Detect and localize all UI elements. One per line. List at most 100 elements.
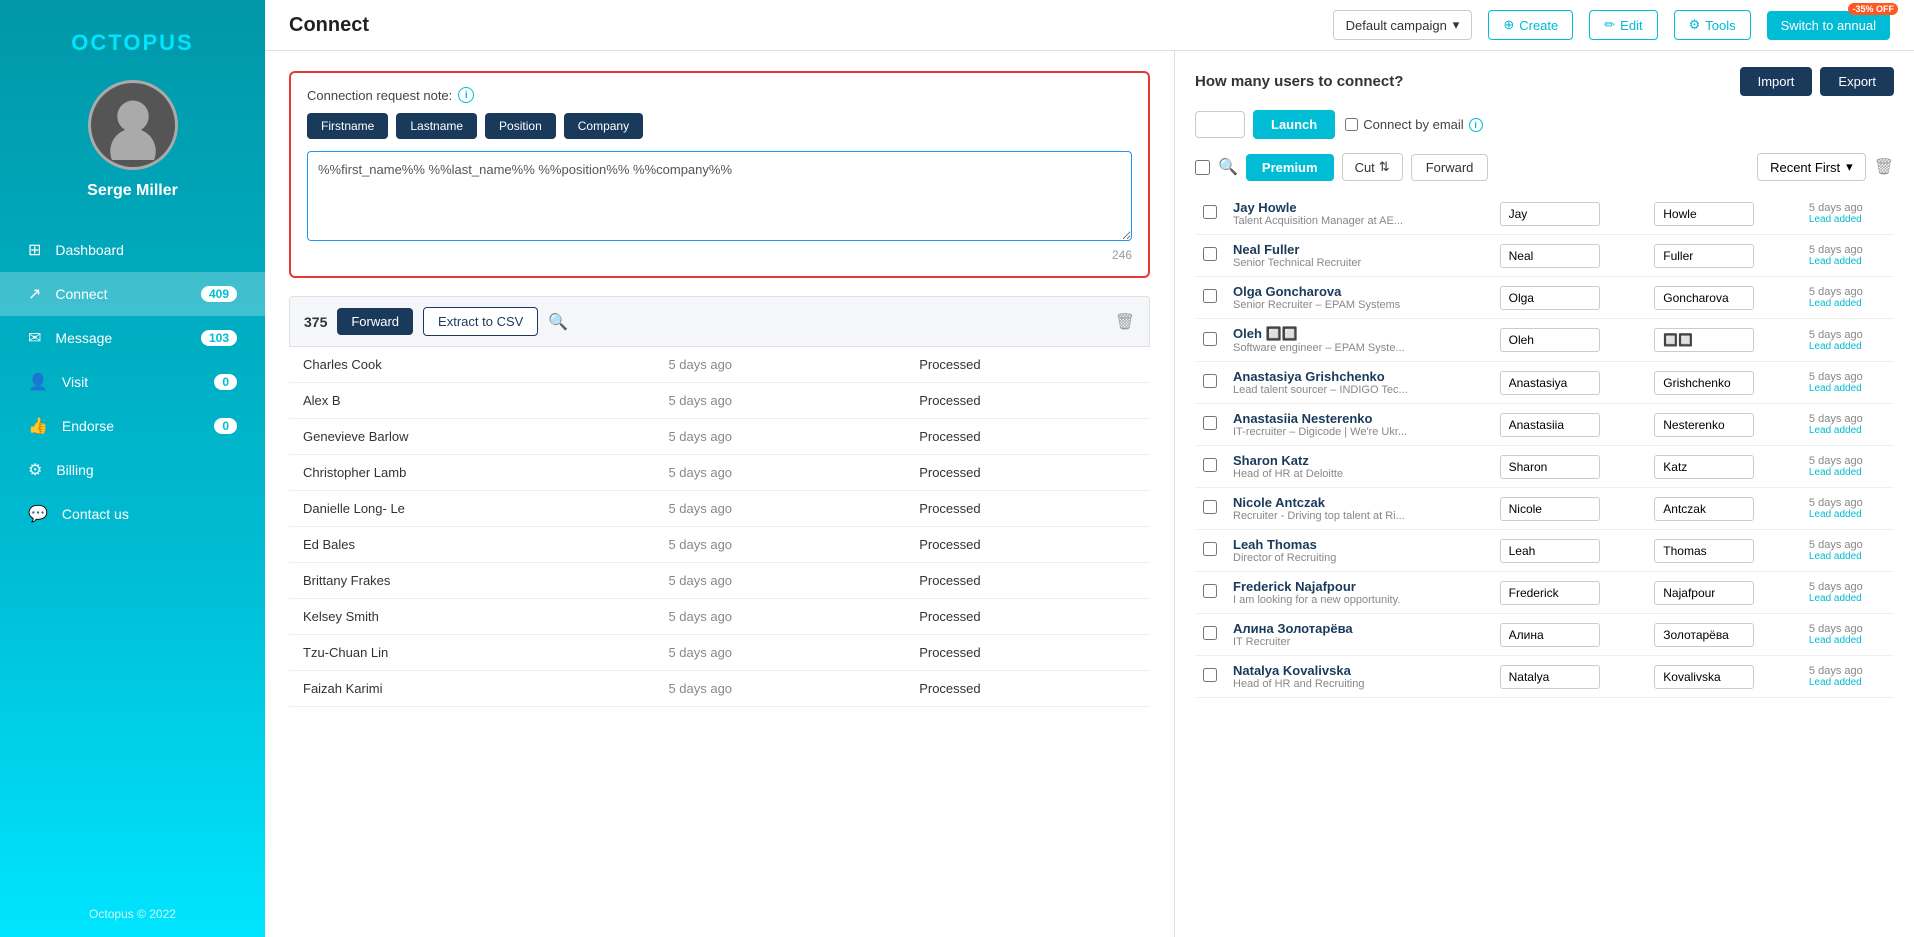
contact-lastname-cell[interactable] xyxy=(1646,319,1801,362)
lastname-tag[interactable]: Lastname xyxy=(396,113,477,139)
contact-firstname-cell[interactable] xyxy=(1492,404,1647,446)
leads-table-row[interactable]: Danielle Long- Le 5 days ago Processed xyxy=(289,491,1150,527)
contact-lastname-cell[interactable] xyxy=(1646,446,1801,488)
leads-table-row[interactable]: Tzu-Chuan Lin 5 days ago Processed xyxy=(289,635,1150,671)
contact-firstname-cell[interactable] xyxy=(1492,362,1647,404)
import-button[interactable]: Import xyxy=(1740,67,1813,96)
contact-row[interactable]: Nicole Antczak Recruiter - Driving top t… xyxy=(1195,488,1894,530)
contact-row[interactable]: Natalya Kovalivska Head of HR and Recrui… xyxy=(1195,656,1894,698)
contact-firstname-input[interactable] xyxy=(1500,371,1600,395)
contact-lastname-cell[interactable] xyxy=(1646,614,1801,656)
contact-lastname-input[interactable] xyxy=(1654,539,1754,563)
contact-firstname-input[interactable] xyxy=(1500,455,1600,479)
contact-firstname-input[interactable] xyxy=(1500,581,1600,605)
contact-lastname-cell[interactable] xyxy=(1646,193,1801,235)
note-textarea[interactable]: %%first_name%% %%last_name%% %%position%… xyxy=(307,151,1132,241)
sidebar-item-connect[interactable]: ↗ Connect 409 xyxy=(0,272,265,316)
leads-delete-button[interactable]: 🗑 xyxy=(1115,312,1135,332)
contact-firstname-cell[interactable] xyxy=(1492,614,1647,656)
contact-lastname-input[interactable] xyxy=(1654,455,1754,479)
filter-search-button[interactable]: 🔍 xyxy=(1218,157,1238,177)
firstname-tag[interactable]: Firstname xyxy=(307,113,388,139)
forward-filter-button[interactable]: Forward xyxy=(1411,154,1489,181)
contact-firstname-input[interactable] xyxy=(1500,539,1600,563)
contact-firstname-cell[interactable] xyxy=(1492,319,1647,362)
contact-firstname-cell[interactable] xyxy=(1492,656,1647,698)
leads-table-row[interactable]: Faizah Karimi 5 days ago Processed xyxy=(289,671,1150,707)
contact-checkbox[interactable] xyxy=(1203,247,1217,261)
sidebar-item-contact-us[interactable]: 💬 Contact us xyxy=(0,492,265,536)
contact-firstname-cell[interactable] xyxy=(1492,235,1647,277)
switch-annual-button[interactable]: Switch to annual -35% OFF xyxy=(1767,11,1890,40)
contact-lastname-cell[interactable] xyxy=(1646,488,1801,530)
contact-firstname-cell[interactable] xyxy=(1492,572,1647,614)
premium-filter-button[interactable]: Premium xyxy=(1246,154,1334,181)
contact-firstname-cell[interactable] xyxy=(1492,193,1647,235)
contact-lastname-input[interactable] xyxy=(1654,581,1754,605)
contact-firstname-input[interactable] xyxy=(1500,286,1600,310)
leads-table-row[interactable]: Ed Bales 5 days ago Processed xyxy=(289,527,1150,563)
contact-checkbox[interactable] xyxy=(1203,542,1217,556)
contact-row[interactable]: Olga Goncharova Senior Recruiter – EPAM … xyxy=(1195,277,1894,319)
contact-firstname-cell[interactable] xyxy=(1492,488,1647,530)
contact-lastname-input[interactable] xyxy=(1654,371,1754,395)
contact-firstname-cell[interactable] xyxy=(1492,446,1647,488)
leads-table-row[interactable]: Charles Cook 5 days ago Processed xyxy=(289,347,1150,383)
contact-checkbox[interactable] xyxy=(1203,374,1217,388)
company-tag[interactable]: Company xyxy=(564,113,643,139)
contact-row[interactable]: Алина Золотарёва IT Recruiter 5 days ago… xyxy=(1195,614,1894,656)
recent-first-button[interactable]: Recent First ▾ xyxy=(1757,153,1866,181)
extract-csv-button[interactable]: Extract to CSV xyxy=(423,307,538,336)
contact-checkbox[interactable] xyxy=(1203,289,1217,303)
contact-lastname-cell[interactable] xyxy=(1646,656,1801,698)
sidebar-item-dashboard[interactable]: ⊞ Dashboard xyxy=(0,228,265,272)
filter-delete-button[interactable]: 🗑 xyxy=(1874,157,1894,177)
campaign-selector[interactable]: Default campaign ▾ xyxy=(1333,10,1473,40)
contact-firstname-input[interactable] xyxy=(1500,202,1600,226)
launch-button[interactable]: Launch xyxy=(1253,110,1335,139)
leads-table-row[interactable]: Brittany Frakes 5 days ago Processed xyxy=(289,563,1150,599)
contact-firstname-cell[interactable] xyxy=(1492,530,1647,572)
contact-checkbox[interactable] xyxy=(1203,584,1217,598)
contact-lastname-input[interactable] xyxy=(1654,328,1754,352)
contact-lastname-input[interactable] xyxy=(1654,202,1754,226)
select-all-checkbox[interactable] xyxy=(1195,160,1210,175)
tools-button[interactable]: ⚙ Tools xyxy=(1674,10,1751,40)
contact-row[interactable]: Jay Howle Talent Acquisition Manager at … xyxy=(1195,193,1894,235)
forward-leads-button[interactable]: Forward xyxy=(337,308,413,335)
connect-email-checkbox[interactable] xyxy=(1345,118,1358,131)
sidebar-item-message[interactable]: ✉ Message 103 xyxy=(0,316,265,360)
sidebar-item-billing[interactable]: ⚙ Billing xyxy=(0,448,265,492)
contact-firstname-input[interactable] xyxy=(1500,244,1600,268)
contact-checkbox[interactable] xyxy=(1203,500,1217,514)
contact-firstname-input[interactable] xyxy=(1500,623,1600,647)
contact-lastname-cell[interactable] xyxy=(1646,572,1801,614)
contact-row[interactable]: Frederick Najafpour I am looking for a n… xyxy=(1195,572,1894,614)
contact-firstname-input[interactable] xyxy=(1500,328,1600,352)
contact-firstname-cell[interactable] xyxy=(1492,277,1647,319)
contact-firstname-input[interactable] xyxy=(1500,665,1600,689)
cut-button[interactable]: Cut ⇅ xyxy=(1342,153,1403,181)
contact-checkbox[interactable] xyxy=(1203,458,1217,472)
contact-lastname-input[interactable] xyxy=(1654,413,1754,437)
position-tag[interactable]: Position xyxy=(485,113,556,139)
leads-table-row[interactable]: Alex B 5 days ago Processed xyxy=(289,383,1150,419)
edit-button[interactable]: ✏ Edit xyxy=(1589,10,1657,40)
contact-lastname-cell[interactable] xyxy=(1646,235,1801,277)
contact-row[interactable]: Anastasiya Grishchenko Lead talent sourc… xyxy=(1195,362,1894,404)
contact-row[interactable]: Neal Fuller Senior Technical Recruiter 5… xyxy=(1195,235,1894,277)
contact-lastname-cell[interactable] xyxy=(1646,362,1801,404)
contact-lastname-input[interactable] xyxy=(1654,497,1754,521)
create-button[interactable]: ⊕ Create xyxy=(1488,10,1573,40)
contact-checkbox[interactable] xyxy=(1203,626,1217,640)
sidebar-item-visit[interactable]: 👤 Visit 0 xyxy=(0,360,265,404)
contact-checkbox[interactable] xyxy=(1203,668,1217,682)
contact-checkbox[interactable] xyxy=(1203,416,1217,430)
leads-table-row[interactable]: Christopher Lamb 5 days ago Processed xyxy=(289,455,1150,491)
contact-checkbox[interactable] xyxy=(1203,332,1217,346)
contact-lastname-cell[interactable] xyxy=(1646,277,1801,319)
leads-table-row[interactable]: Kelsey Smith 5 days ago Processed xyxy=(289,599,1150,635)
contact-lastname-input[interactable] xyxy=(1654,665,1754,689)
contact-lastname-cell[interactable] xyxy=(1646,404,1801,446)
contact-row[interactable]: Sharon Katz Head of HR at Deloitte 5 day… xyxy=(1195,446,1894,488)
